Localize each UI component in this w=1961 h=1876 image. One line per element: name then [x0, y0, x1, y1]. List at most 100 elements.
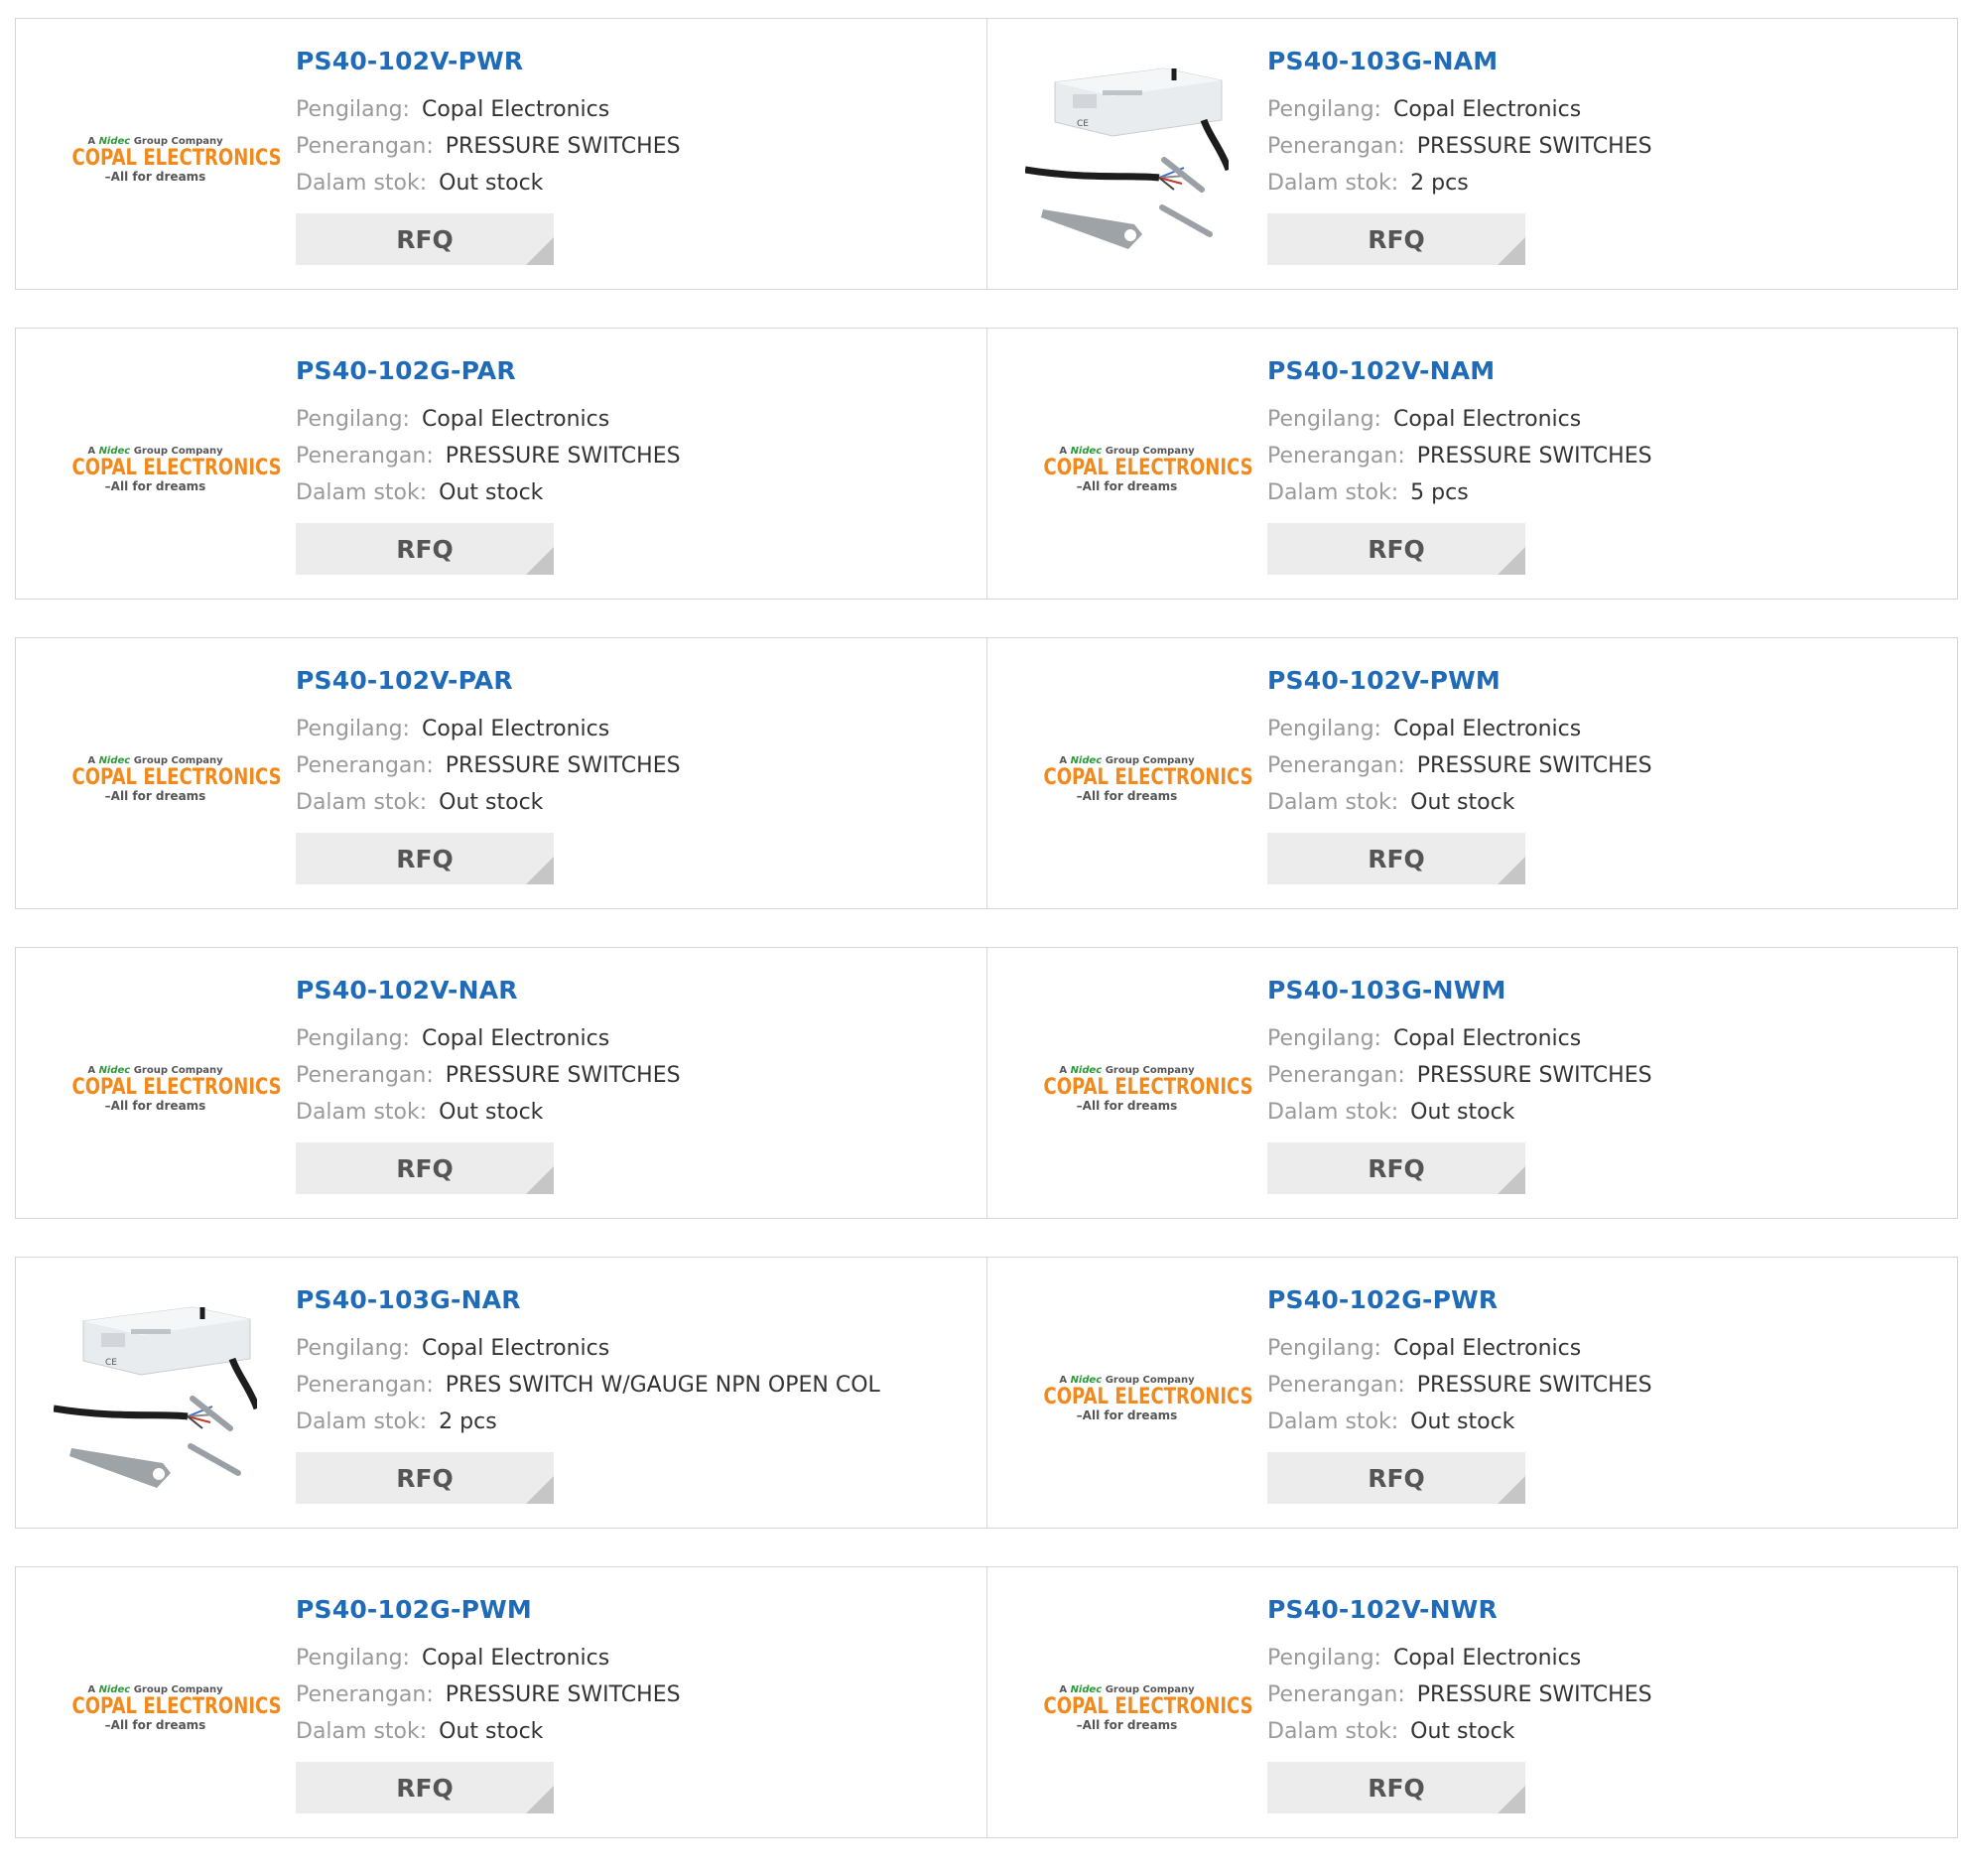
description-value: PRESSURE SWITCHES [445, 134, 681, 159]
product-part-number-link[interactable]: PS40-103G-NAR [296, 1287, 880, 1312]
product-info: PS40-103G-NAR Pengilang: Copal Electronic… [296, 1287, 880, 1504]
svg-text:CE: CE [1077, 119, 1089, 129]
stock-label: Dalam stok: [296, 1409, 428, 1434]
rfq-button[interactable]: RFQ [296, 1762, 554, 1813]
rfq-button[interactable]: RFQ [1267, 523, 1525, 575]
description-line: Penerangan: PRESSURE SWITCHES [296, 1676, 681, 1713]
product-part-number-link[interactable]: PS40-102V-PWR [296, 49, 681, 73]
rfq-button[interactable]: RFQ [296, 1142, 554, 1194]
product-row: A Nidec Group Company COPAL ELECTRONICS … [15, 637, 1958, 909]
manufacturer-label: Pengilang: [296, 1026, 410, 1051]
product-image[interactable]: A Nidec Group Company COPAL ELECTRONICS … [54, 680, 282, 878]
rfq-button[interactable]: RFQ [1267, 1762, 1525, 1813]
product-part-number-link[interactable]: PS40-103G-NWM [1267, 978, 1652, 1003]
rfq-button[interactable]: RFQ [1267, 833, 1525, 884]
product-card: A Nidec Group Company COPAL ELECTRONICS … [16, 1567, 986, 1837]
copal-electronics-logo: A Nidec Group Company COPAL ELECTRONICS … [54, 136, 281, 185]
logo-name: COPAL ELECTRONICS [71, 1074, 282, 1100]
product-card: A Nidec Group Company COPAL ELECTRONICS … [16, 19, 986, 289]
manufacturer-label: Pengilang: [296, 1646, 410, 1671]
logo-tagline: –All for dreams [104, 170, 206, 185]
product-image[interactable]: A Nidec Group Company COPAL ELECTRONICS … [1025, 680, 1253, 878]
description-value: PRES SWITCH W/GAUGE NPN OPEN COL [445, 1373, 880, 1398]
corner-triangle-icon [1498, 1786, 1525, 1813]
product-part-number-link[interactable]: PS40-102G-PWM [296, 1597, 681, 1622]
stock-value: Out stock [439, 171, 544, 196]
description-label: Penerangan: [296, 1682, 434, 1707]
product-part-number-link[interactable]: PS40-102V-NAM [1267, 358, 1652, 383]
product-part-number-link[interactable]: PS40-103G-NAM [1267, 49, 1652, 73]
description-label: Penerangan: [296, 1063, 434, 1088]
product-info: PS40-102V-NWR Pengilang: Copal Electronic… [1267, 1597, 1652, 1813]
rfq-button[interactable]: RFQ [296, 213, 554, 265]
description-line: Penerangan: PRESSURE SWITCHES [296, 128, 681, 165]
manufacturer-line: Pengilang: Copal Electronics [1267, 91, 1652, 128]
manufacturer-value: Copal Electronics [421, 717, 610, 741]
product-part-number-link[interactable]: PS40-102G-PWR [1267, 1287, 1652, 1312]
logo-name: COPAL ELECTRONICS [1043, 1384, 1253, 1409]
description-label: Penerangan: [296, 753, 434, 778]
product-card: A Nidec Group Company COPAL ELECTRONICS … [986, 329, 1957, 599]
product-info: PS40-102V-NAR Pengilang: Copal Electronic… [296, 978, 681, 1194]
product-part-number-link[interactable]: PS40-102V-PAR [296, 668, 681, 693]
product-image[interactable]: A Nidec Group Company COPAL ELECTRONICS … [54, 61, 281, 259]
svg-text:CE: CE [105, 1358, 117, 1368]
stock-value: Out stock [1410, 1409, 1515, 1434]
stock-label: Dalam stok: [1267, 171, 1399, 196]
product-part-number-link[interactable]: PS40-102V-NWR [1267, 1597, 1652, 1622]
product-info: PS40-102G-PWR Pengilang: Copal Electronic… [1267, 1287, 1652, 1504]
stock-line: Dalam stok: 2 pcs [1267, 165, 1652, 201]
rfq-button-label: RFQ [1368, 1773, 1425, 1803]
logo-tagline: –All for dreams [1076, 1099, 1178, 1114]
product-info: PS40-103G-NAM Pengilang: Copal Electronic… [1267, 49, 1652, 265]
description-line: Penerangan: PRESSURE SWITCHES [1267, 1057, 1652, 1094]
manufacturer-line: Pengilang: Copal Electronics [1267, 401, 1652, 438]
logo-tagline: –All for dreams [104, 789, 206, 804]
manufacturer-value: Copal Electronics [1392, 407, 1582, 432]
product-card: A Nidec Group Company COPAL ELECTRONICS … [16, 329, 986, 599]
rfq-button[interactable]: RFQ [296, 833, 554, 884]
logo-name: COPAL ELECTRONICS [71, 764, 282, 790]
copal-electronics-logo: A Nidec Group Company COPAL ELECTRONICS … [1025, 1375, 1253, 1422]
product-image[interactable]: A Nidec Group Company COPAL ELECTRONICS … [54, 370, 281, 569]
product-image[interactable]: A Nidec Group Company COPAL ELECTRONICS … [54, 1609, 282, 1808]
logo-name: COPAL ELECTRONICS [1043, 764, 1253, 790]
manufacturer-value: Copal Electronics [421, 1336, 610, 1361]
copal-electronics-logo: A Nidec Group Company COPAL ELECTRONICS … [54, 1065, 282, 1113]
rfq-button[interactable]: RFQ [296, 523, 554, 575]
description-value: PRESSURE SWITCHES [1416, 134, 1652, 159]
rfq-button[interactable]: RFQ [1267, 1452, 1525, 1504]
product-image[interactable]: A Nidec Group Company COPAL ELECTRONICS … [1025, 370, 1253, 569]
manufacturer-line: Pengilang: Copal Electronics [296, 91, 681, 128]
product-image[interactable]: A Nidec Group Company COPAL ELECTRONICS … [1025, 1609, 1252, 1808]
stock-label: Dalam stok: [296, 1100, 428, 1125]
stock-line: Dalam stok: Out stock [1267, 784, 1652, 821]
product-image[interactable]: A Nidec Group Company COPAL ELECTRONICS … [1025, 1299, 1253, 1498]
manufacturer-value: Copal Electronics [421, 407, 610, 432]
product-part-number-link[interactable]: PS40-102V-PWM [1267, 668, 1652, 693]
product-part-number-link[interactable]: PS40-102V-NAR [296, 978, 681, 1003]
stock-label: Dalam stok: [1267, 790, 1399, 815]
rfq-button[interactable]: RFQ [1267, 1142, 1525, 1194]
rfq-button[interactable]: RFQ [296, 1452, 554, 1504]
product-row: A Nidec Group Company COPAL ELECTRONICS … [15, 947, 1958, 1219]
logo-name: COPAL ELECTRONICS [71, 1693, 282, 1719]
stock-value: Out stock [439, 1719, 544, 1744]
product-image[interactable]: CE [54, 1299, 257, 1498]
rfq-button[interactable]: RFQ [1267, 213, 1525, 265]
description-value: PRESSURE SWITCHES [445, 444, 681, 469]
logo-name: COPAL ELECTRONICS [1043, 455, 1253, 480]
copal-electronics-logo: A Nidec Group Company COPAL ELECTRONICS … [54, 755, 282, 804]
product-image[interactable]: A Nidec Group Company COPAL ELECTRONICS … [54, 990, 282, 1188]
stock-value: Out stock [1410, 790, 1515, 815]
stock-value: 2 pcs [439, 1409, 497, 1434]
product-part-number-link[interactable]: PS40-102G-PAR [296, 358, 681, 383]
description-line: Penerangan: PRESSURE SWITCHES [1267, 1676, 1652, 1713]
product-row: A Nidec Group Company COPAL ELECTRONICS … [15, 328, 1958, 600]
stock-label: Dalam stok: [1267, 1719, 1399, 1744]
product-image[interactable]: CE [1025, 61, 1229, 259]
rfq-button-label: RFQ [396, 844, 454, 873]
corner-triangle-icon [526, 547, 554, 575]
corner-triangle-icon [526, 1166, 554, 1194]
product-image[interactable]: A Nidec Group Company COPAL ELECTRONICS … [1025, 990, 1252, 1188]
